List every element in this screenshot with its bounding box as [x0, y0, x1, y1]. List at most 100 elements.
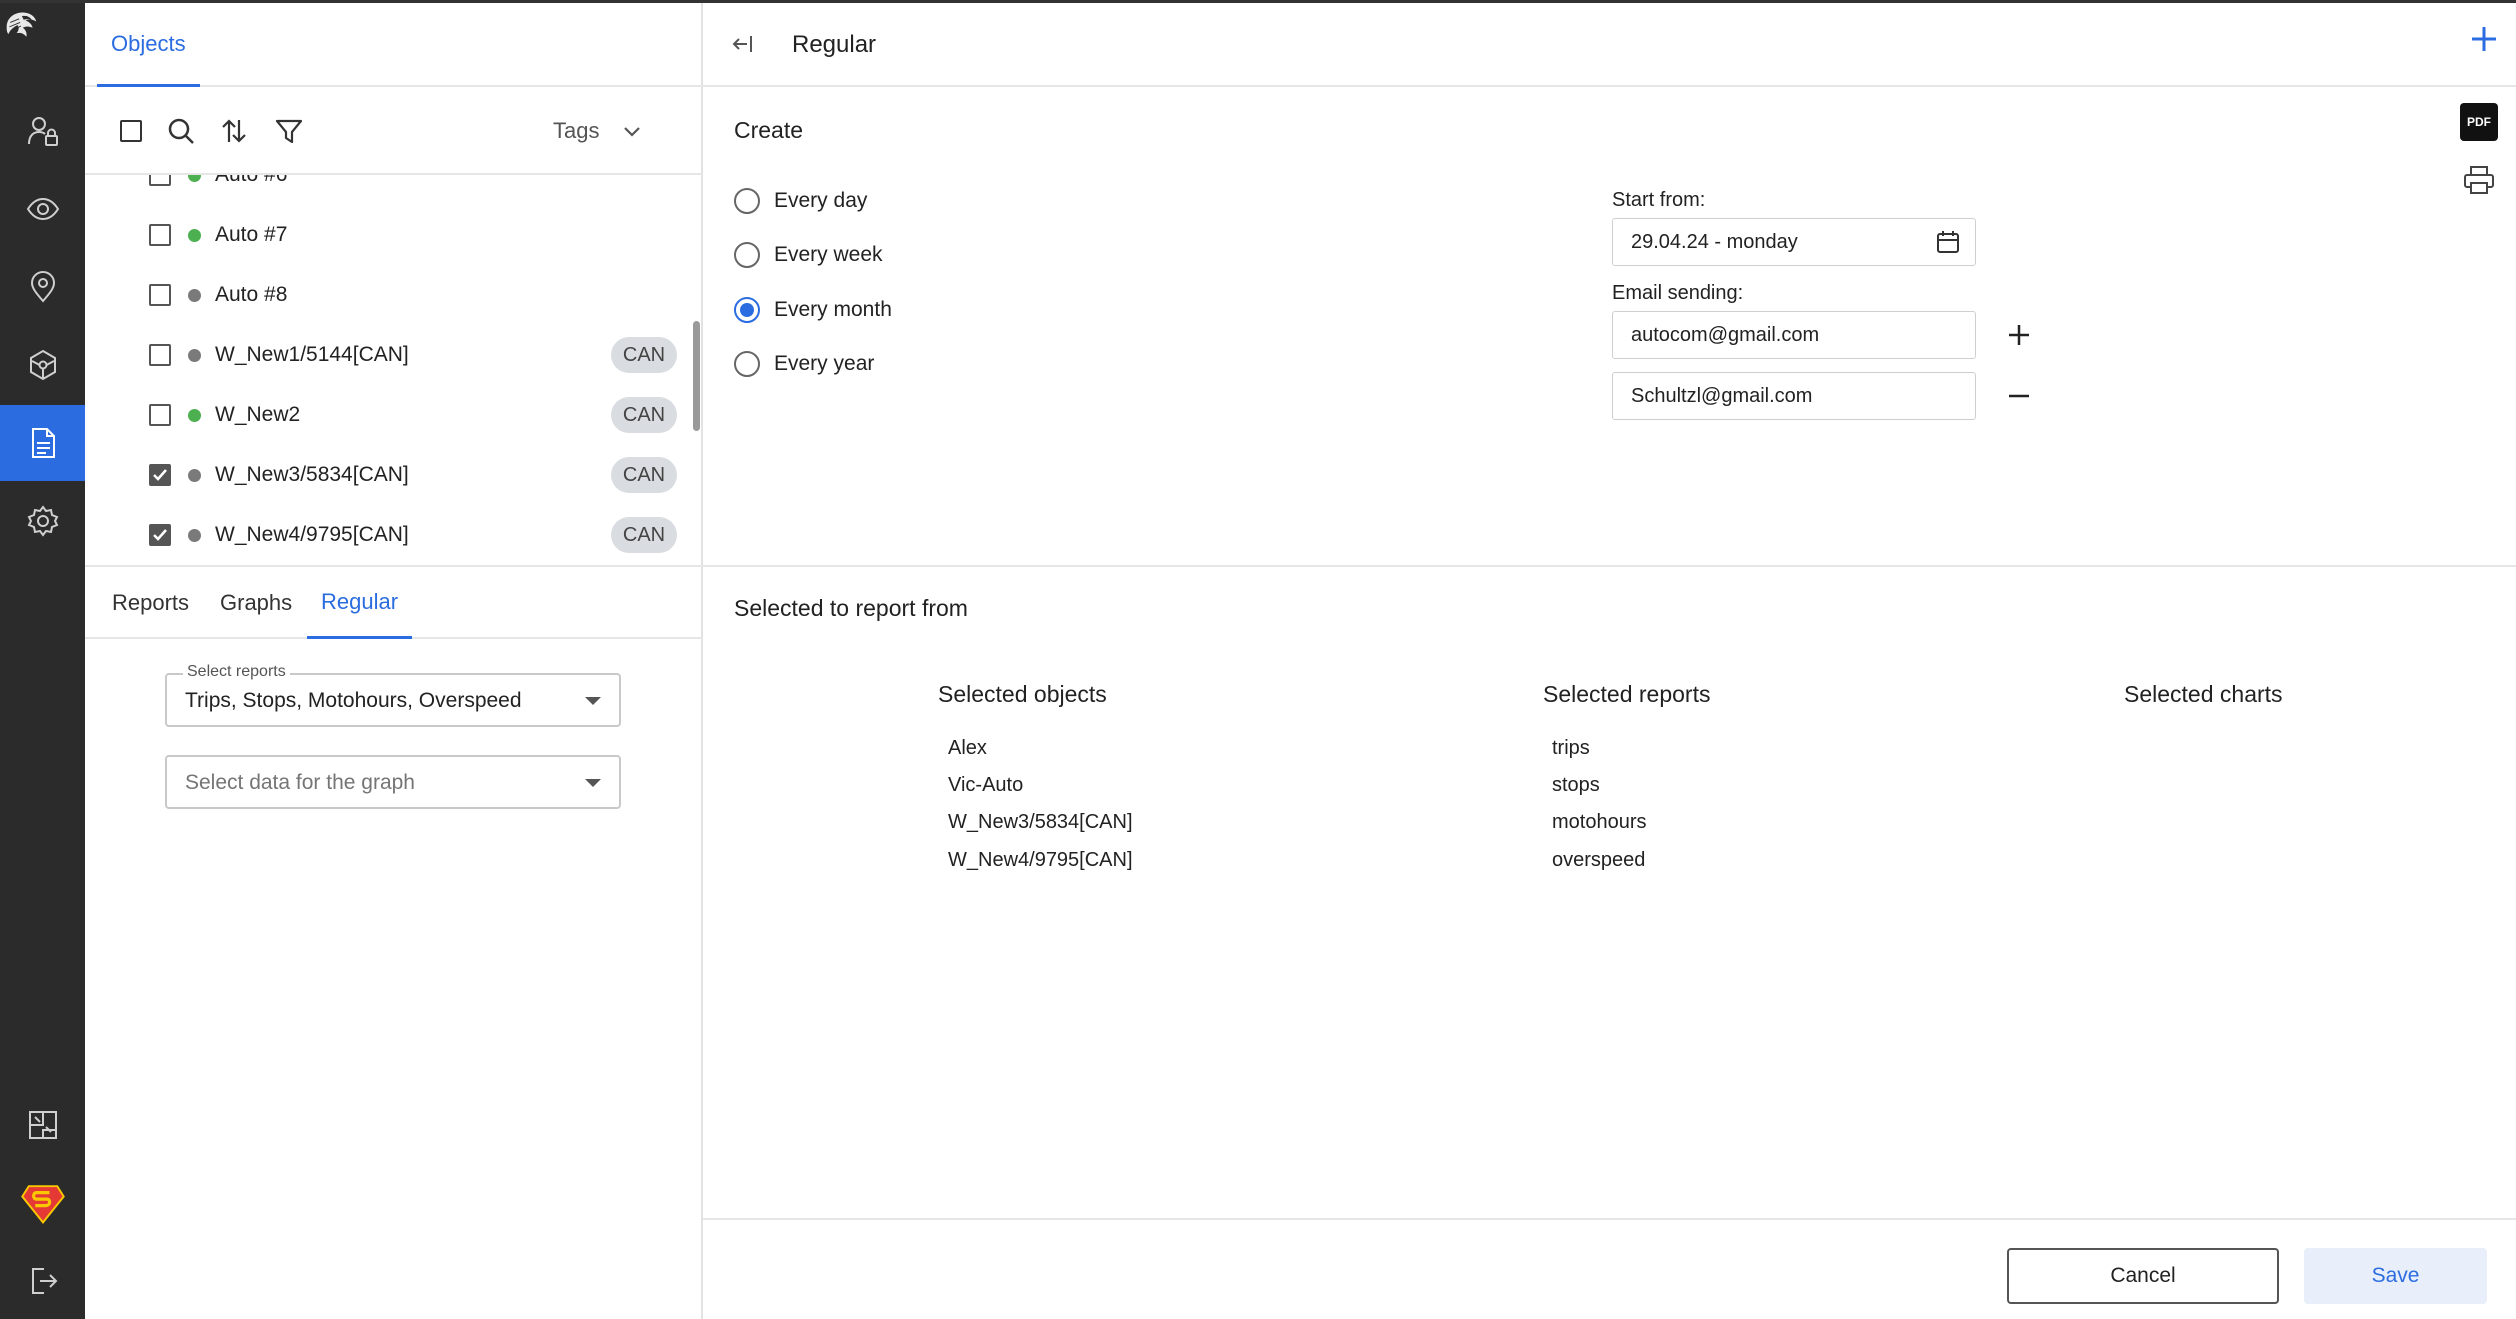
- tag-chip: CAN: [611, 337, 677, 373]
- object-checkbox[interactable]: [149, 404, 171, 426]
- add-email-icon[interactable]: [2003, 319, 2035, 351]
- selected-section-title: Selected to report from: [734, 595, 968, 621]
- period-label: Every day: [774, 189, 868, 212]
- list-item[interactable]: Auto #6: [85, 175, 685, 205]
- rail-geozones-button[interactable]: [0, 249, 85, 325]
- rail-users-button[interactable]: [0, 93, 85, 169]
- status-dot: [188, 528, 201, 542]
- logout-icon: [31, 1268, 57, 1294]
- report-type-tabs: Reports Graphs Regular: [85, 565, 703, 639]
- eagle-logo-icon[interactable]: [4, 9, 80, 85]
- search-button[interactable]: [163, 113, 199, 149]
- list-item[interactable]: W_New1/5144[CAN] CAN: [85, 325, 685, 385]
- email-sending-label: Email sending:: [1612, 282, 1744, 304]
- layout-icon: [28, 1111, 57, 1139]
- steering-wheel-icon: [29, 349, 56, 381]
- rail-settings-button[interactable]: [0, 483, 85, 559]
- rail-reports-button[interactable]: [0, 405, 85, 481]
- checkbox-square-icon: [120, 120, 142, 142]
- superman-logo-icon: [20, 1185, 65, 1224]
- select-graph-placeholder: Select data for the graph: [185, 771, 415, 794]
- select-graph-dropdown[interactable]: Select data for the graph: [165, 755, 621, 809]
- collapse-panel-icon[interactable]: [729, 29, 759, 59]
- select-reports-value: Trips, Stops, Motohours, Overspeed: [185, 689, 522, 712]
- start-from-label: Start from:: [1612, 189, 1706, 211]
- save-button[interactable]: Save: [2304, 1248, 2487, 1304]
- object-checkbox[interactable]: [149, 524, 171, 546]
- rail-monitoring-button[interactable]: [0, 171, 85, 247]
- radio-button[interactable]: [734, 242, 760, 268]
- selected-report-item: stops: [1552, 774, 1600, 796]
- start-date-field[interactable]: 29.04.24 - monday: [1612, 218, 1976, 266]
- radio-button-selected[interactable]: [734, 297, 760, 323]
- main-header: Regular: [703, 3, 2516, 87]
- list-item[interactable]: Auto #7: [85, 205, 685, 265]
- period-every-week[interactable]: Every week: [734, 240, 883, 270]
- selected-charts-heading: Selected charts: [2124, 681, 2283, 707]
- status-dot: [188, 288, 201, 302]
- checkmark-icon: [153, 529, 167, 541]
- caret-down-icon: [585, 697, 601, 705]
- object-checkbox[interactable]: [149, 344, 171, 366]
- object-checkbox[interactable]: [149, 175, 171, 186]
- email-field[interactable]: autocom@gmail.com: [1612, 311, 1976, 359]
- list-item[interactable]: W_New4/9795[CAN] CAN: [85, 505, 685, 565]
- select-all-checkbox[interactable]: [113, 113, 149, 149]
- email-value: autocom@gmail.com: [1631, 324, 1820, 346]
- rail-profile-button[interactable]: [0, 1165, 85, 1241]
- calendar-icon[interactable]: [1935, 229, 1961, 255]
- tag-chip: CAN: [611, 397, 677, 433]
- gear-icon: [27, 505, 58, 537]
- selected-objects-heading: Selected objects: [938, 681, 1107, 707]
- list-item[interactable]: W_New3/5834[CAN] CAN: [85, 445, 685, 505]
- object-name: Auto #8: [215, 283, 288, 306]
- rail-layout-button[interactable]: [0, 1087, 85, 1163]
- object-checkbox[interactable]: [149, 224, 171, 246]
- object-name: W_New2: [215, 403, 301, 426]
- status-dot: [188, 348, 201, 362]
- select-reports-dropdown[interactable]: Select reports Trips, Stops, Motohours, …: [165, 663, 621, 727]
- period-every-day[interactable]: Every day: [734, 186, 867, 216]
- add-icon[interactable]: [2468, 23, 2500, 55]
- object-checkbox[interactable]: [149, 464, 171, 486]
- cancel-button[interactable]: Cancel: [2007, 1248, 2279, 1304]
- remove-email-icon[interactable]: [2003, 380, 2035, 412]
- regular-report-editor: Regular PDF Create Every day Every week …: [703, 3, 2516, 1319]
- radio-button[interactable]: [734, 188, 760, 214]
- tab-reports[interactable]: Reports: [112, 567, 189, 639]
- selected-report-item: trips: [1552, 737, 1590, 759]
- print-icon[interactable]: [2462, 163, 2496, 197]
- list-item[interactable]: Auto #8: [85, 265, 685, 325]
- period-label: Every year: [774, 352, 875, 375]
- status-dot: [188, 228, 201, 242]
- filter-button[interactable]: [271, 113, 307, 149]
- rail-vehicles-button[interactable]: [0, 327, 85, 403]
- page-title: Regular: [792, 31, 877, 58]
- tab-regular[interactable]: Regular: [307, 567, 413, 639]
- rail-logout-button[interactable]: [0, 1243, 85, 1319]
- selected-object-item: Alex: [948, 737, 987, 759]
- checkmark-icon: [153, 469, 167, 481]
- tags-dropdown[interactable]: Tags: [553, 109, 643, 153]
- objects-panel: Objects Tags Auto #7 Auto #8 W_New1/5144…: [85, 3, 703, 1319]
- tab-graphs[interactable]: Graphs: [220, 567, 292, 639]
- create-section-title: Create: [734, 117, 804, 143]
- radio-button[interactable]: [734, 351, 760, 377]
- start-date-value: 29.04.24 - monday: [1631, 231, 1798, 253]
- period-every-month[interactable]: Every month: [734, 295, 892, 325]
- selected-reports-heading: Selected reports: [1543, 681, 1711, 707]
- email-value: Schultzl@gmail.com: [1631, 385, 1813, 407]
- app-root: Objects Tags Auto #7 Auto #8 W_New1/5144…: [0, 0, 2516, 1319]
- objects-scrollbar[interactable]: [693, 321, 700, 431]
- selected-object-item: W_New4/9795[CAN]: [948, 849, 1133, 871]
- period-every-year[interactable]: Every year: [734, 349, 874, 379]
- list-item[interactable]: W_New2 CAN: [85, 385, 685, 445]
- pdf-export-button[interactable]: PDF: [2460, 103, 2498, 141]
- icon-rail: [0, 3, 85, 1319]
- report-document-icon: [31, 428, 55, 458]
- tab-objects[interactable]: Objects: [97, 3, 200, 87]
- email-field[interactable]: Schultzl@gmail.com: [1612, 372, 1976, 420]
- object-checkbox[interactable]: [149, 284, 171, 306]
- object-name: W_New3/5834[CAN]: [215, 463, 409, 486]
- sort-button[interactable]: [216, 113, 252, 149]
